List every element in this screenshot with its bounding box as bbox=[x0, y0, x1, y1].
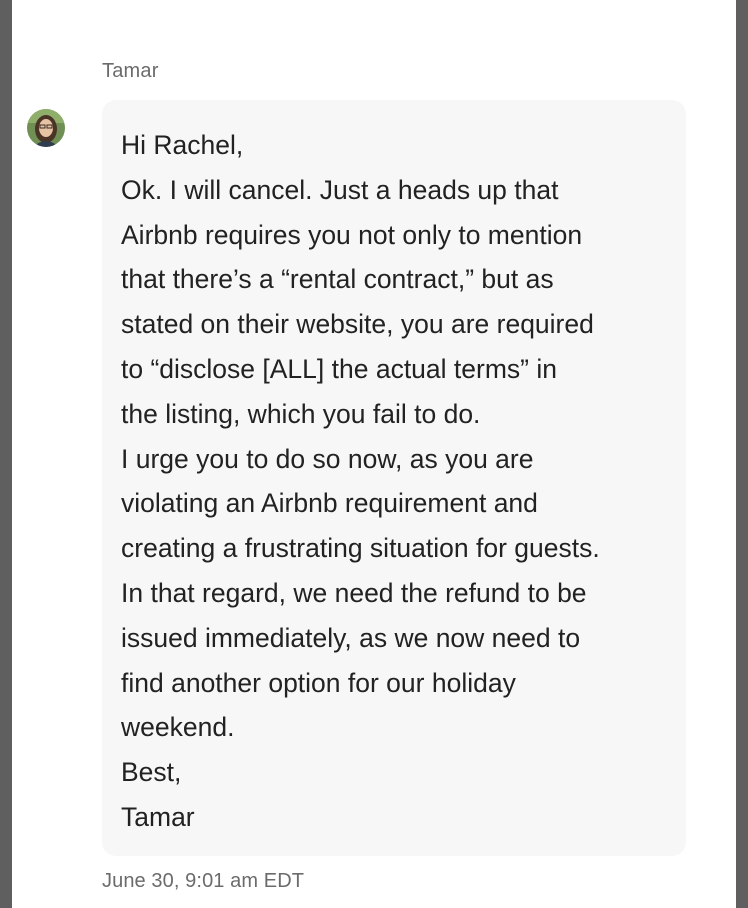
window-frame-left bbox=[0, 0, 12, 908]
message-line: weekend. bbox=[121, 712, 235, 743]
message-line: Airbnb requires you not only to mention bbox=[121, 219, 583, 250]
message-line: stated on their website, you are require… bbox=[121, 309, 594, 340]
avatar-image bbox=[27, 109, 65, 147]
message-line: find another option for our holiday bbox=[121, 667, 516, 698]
message-line: violating an Airbnb requirement and bbox=[121, 488, 538, 519]
message-line: In that regard, we need the refund to be bbox=[121, 577, 587, 608]
message-timestamp: June 30, 9:01 am EDT bbox=[102, 870, 305, 892]
sender-name: Tamar bbox=[102, 60, 159, 82]
message-thread-panel: Tamar Hi Rachel, Ok. I will cancel. Just… bbox=[12, 0, 736, 908]
user-photo-icon[interactable] bbox=[27, 109, 65, 147]
message-line: to “disclose [ALL] the actual terms” in bbox=[121, 353, 557, 384]
message-line: issued immediately, as we now need to bbox=[121, 622, 581, 653]
message-line: that there’s a “rental contract,” but as bbox=[121, 264, 554, 295]
message-bubble: Hi Rachel, Ok. I will cancel. Just a hea… bbox=[102, 100, 686, 856]
message-line: creating a frustrating situation for gue… bbox=[121, 533, 600, 564]
message-line: I urge you to do so now, as you are bbox=[121, 443, 534, 474]
message-line: the listing, which you fail to do. bbox=[121, 398, 481, 429]
window-frame-right bbox=[736, 0, 748, 908]
message-line: Hi Rachel, bbox=[121, 130, 244, 160]
message-line: Best, bbox=[121, 757, 182, 788]
message-line: Ok. I will cancel. Just a heads up that bbox=[121, 174, 559, 205]
message-line: Tamar bbox=[121, 801, 195, 832]
